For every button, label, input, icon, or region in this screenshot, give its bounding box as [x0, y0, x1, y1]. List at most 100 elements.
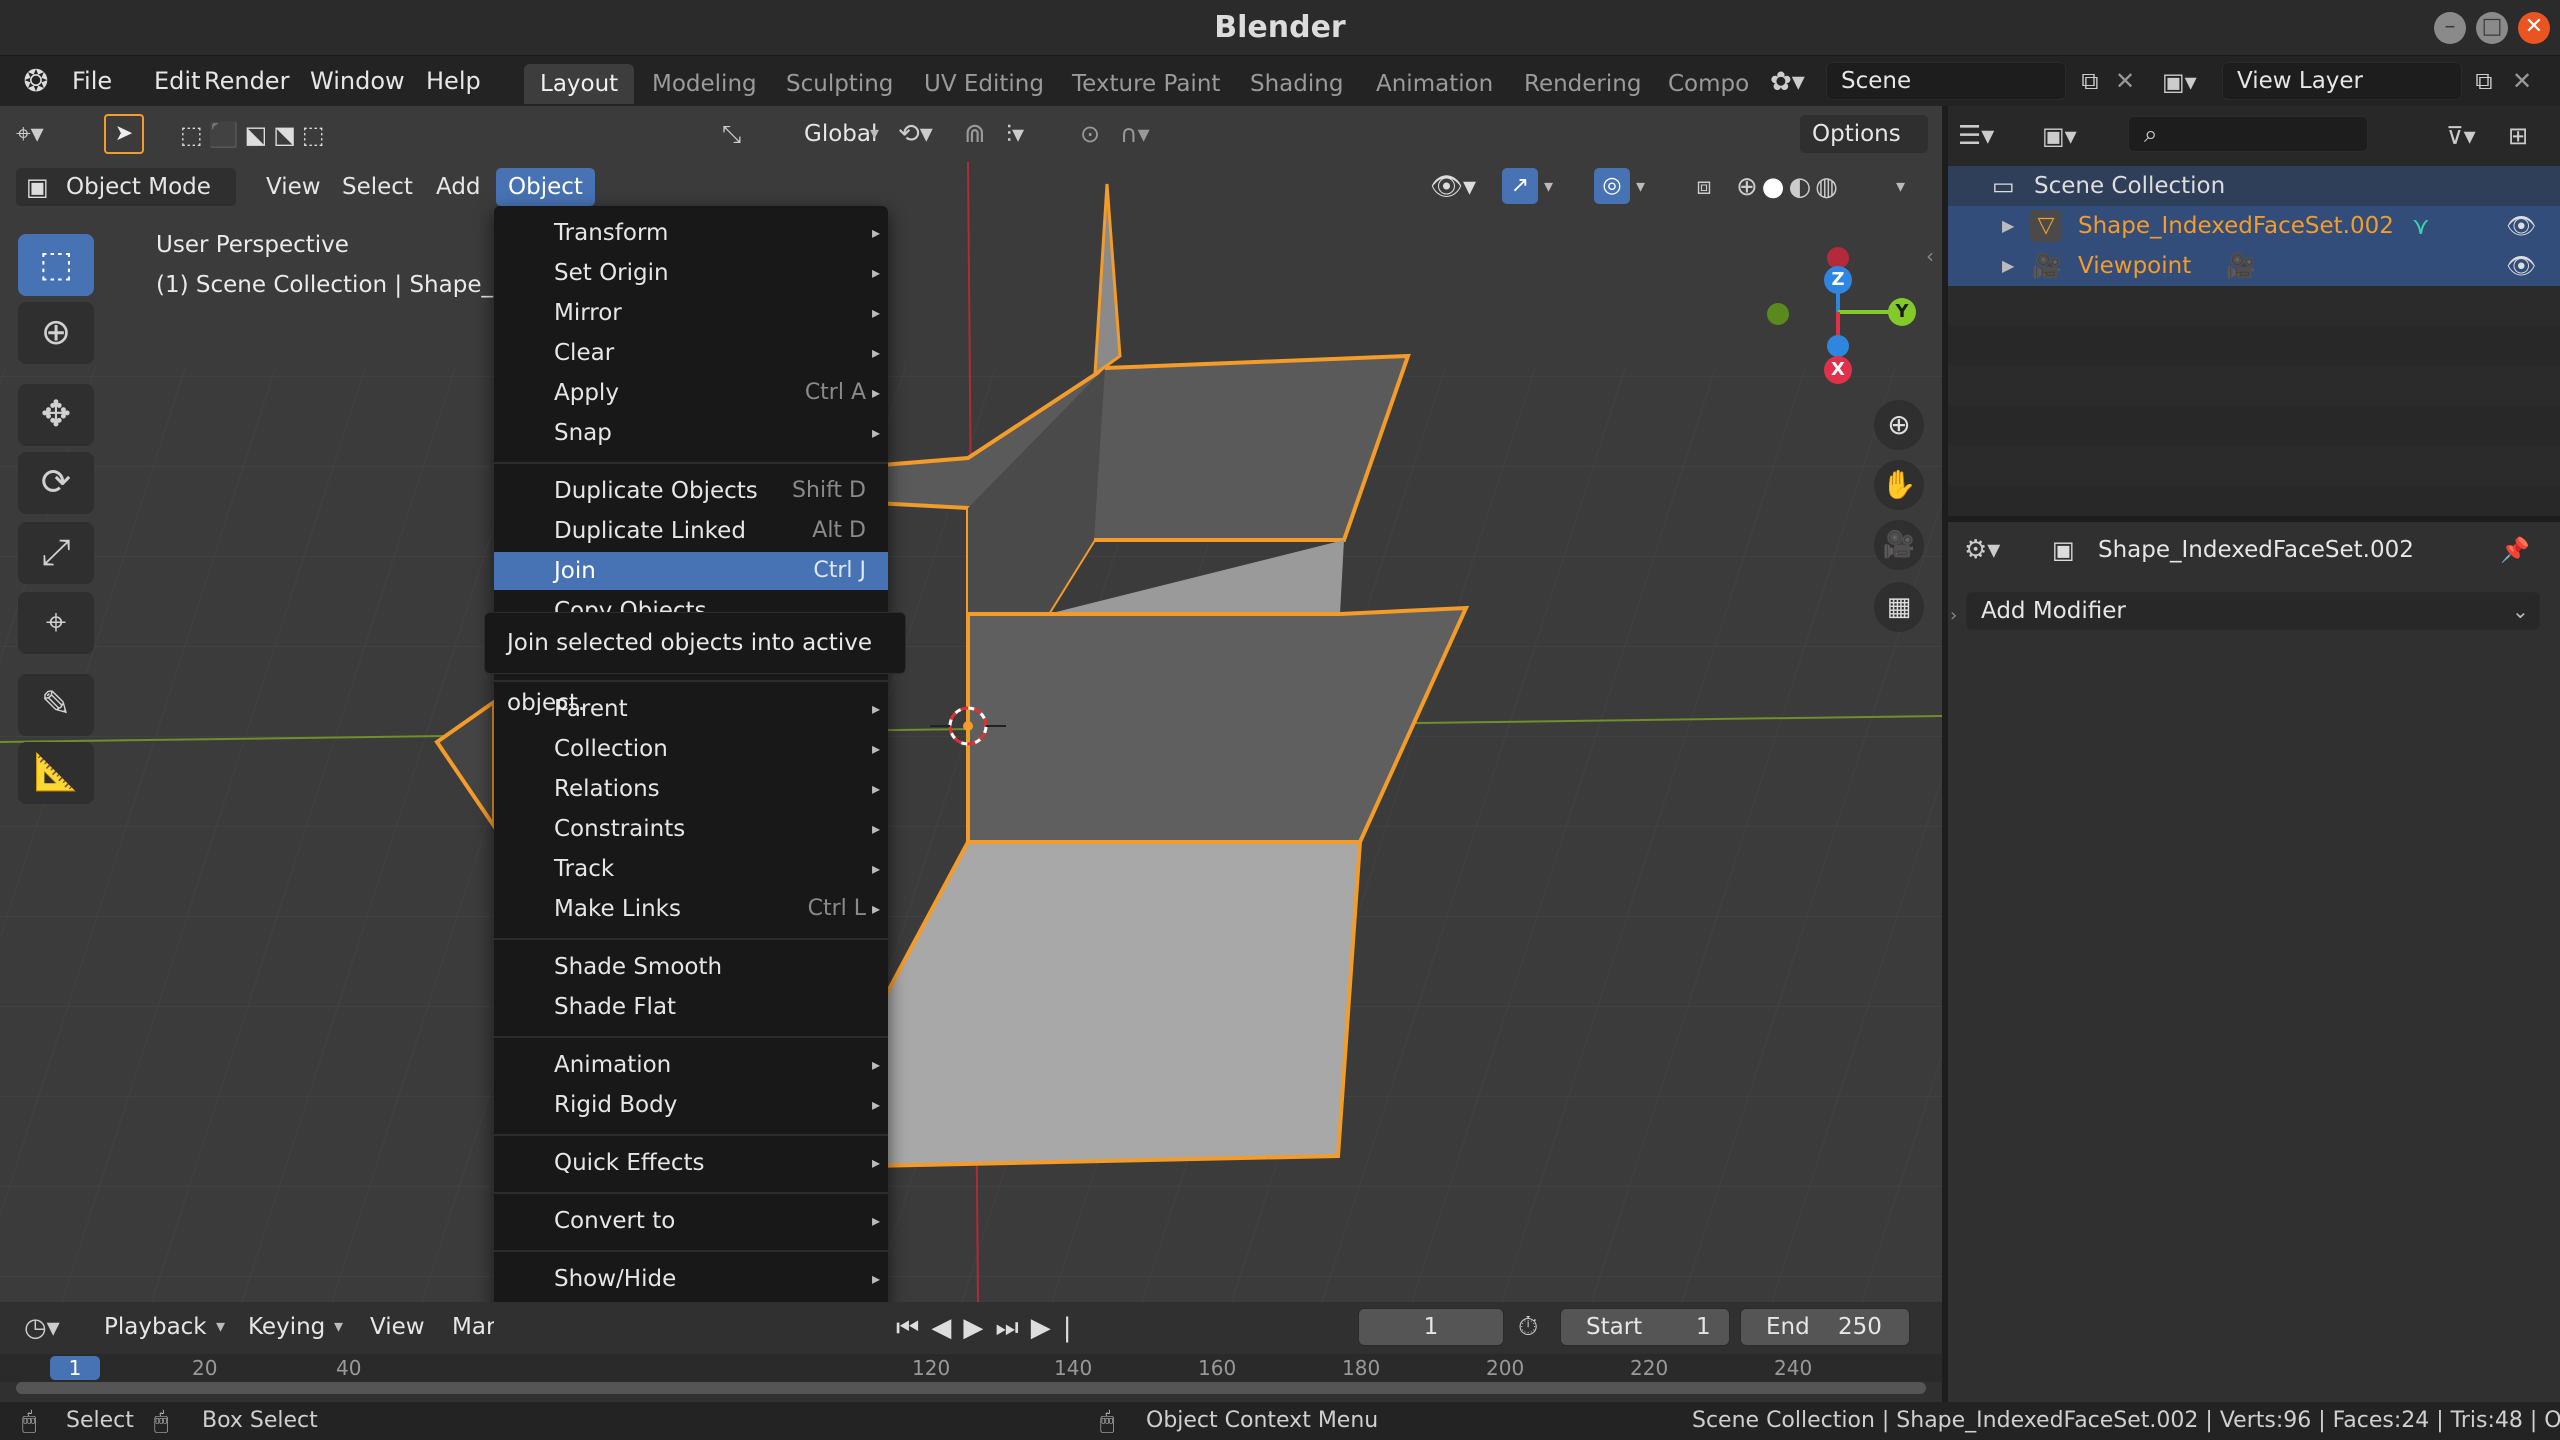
tool-annotate[interactable]: ✎ — [18, 674, 94, 736]
menu-item-rigid-body[interactable]: Rigid Body ▸ — [494, 1086, 888, 1124]
tab-rendering[interactable]: Rendering — [1508, 64, 1657, 104]
outliner-editor-type-icon[interactable]: ☰▾ — [1958, 116, 2028, 156]
tool-transform[interactable]: ⌖ — [18, 592, 94, 654]
header-menu-view[interactable]: View — [254, 168, 333, 206]
expand-arrow-icon[interactable]: ▶ — [2002, 206, 2014, 246]
tool-cursor[interactable]: ⊕ — [18, 302, 94, 364]
tab-animation[interactable]: Animation — [1360, 64, 1509, 104]
new-scene-icon[interactable]: ⧉ — [2072, 62, 2108, 100]
menu-item-clear[interactable]: Clear ▸ — [494, 334, 888, 372]
properties-editor-type-icon[interactable]: ⚙▾ — [1964, 530, 2024, 570]
new-collection-icon[interactable]: ⊞ — [2508, 116, 2544, 156]
view-layer-field[interactable]: View Layer — [2222, 62, 2462, 100]
menu-item-show-hide[interactable]: Show/Hide ▸ — [494, 1260, 888, 1298]
menu-file[interactable]: File — [58, 56, 126, 106]
snap-icon[interactable]: ⋒ — [964, 114, 1004, 154]
outliner-item-label[interactable]: Shape_IndexedFaceSet.002 — [2078, 206, 2394, 246]
header-menu-select[interactable]: Select — [330, 168, 425, 206]
gizmo-toggle-icon[interactable]: ↗ — [1502, 168, 1538, 204]
snap-target-icon[interactable]: ⫶▾ — [1006, 114, 1066, 154]
tool-select-box[interactable]: ⬚ — [18, 234, 94, 296]
pin-icon[interactable]: 📌 — [2500, 530, 2530, 570]
menu-item-shade-flat[interactable]: Shade Flat — [494, 988, 888, 1026]
tool-scale[interactable]: ⤢ — [18, 522, 94, 584]
expand-arrow-icon[interactable]: ▶ — [2002, 246, 2014, 286]
hand-pan-icon[interactable]: ✋ — [1874, 460, 1924, 510]
zoom-icon[interactable]: ⊕ — [1874, 400, 1924, 450]
chevron-down-icon[interactable]: ▾ — [1896, 168, 1905, 206]
menu-item-shade-smooth[interactable]: Shade Smooth — [494, 948, 888, 986]
falloff-icon[interactable]: ∩▾ — [1120, 114, 1180, 154]
menu-item-relations[interactable]: Relations ▸ — [494, 770, 888, 808]
menu-item-snap[interactable]: Snap ▸ — [494, 414, 888, 452]
remove-scene-icon[interactable]: ✕ — [2110, 62, 2140, 100]
eye-visibility-icon[interactable]: 👁 — [2506, 246, 2536, 286]
menu-item-duplicate-linked[interactable]: Duplicate Linked Alt D — [494, 512, 888, 550]
blender-logo-icon[interactable]: ❂ — [16, 62, 56, 102]
pivot-point-icon[interactable]: ⟲▾ — [898, 114, 958, 154]
timeline-scrollbar[interactable] — [16, 1382, 1926, 1394]
scene-name-field[interactable]: Scene — [1826, 62, 2066, 100]
filter-icon[interactable]: ⊽▾ — [2446, 116, 2496, 156]
menu-render[interactable]: Render — [190, 56, 303, 106]
timeline-menu-marker[interactable]: Marker — [440, 1308, 494, 1346]
tab-shading[interactable]: Shading — [1234, 64, 1359, 104]
close-icon[interactable]: ✕ — [2518, 12, 2550, 44]
tab-modeling[interactable]: Modeling — [636, 64, 773, 104]
select-tool-icon[interactable]: ➤ — [104, 114, 144, 154]
menu-item-apply[interactable]: Apply Ctrl A ▸ — [494, 374, 888, 412]
perspective-toggle-icon[interactable]: ▦ — [1874, 582, 1924, 632]
menu-item-mirror[interactable]: Mirror ▸ — [494, 294, 888, 332]
menu-item-collection[interactable]: Collection ▸ — [494, 730, 888, 768]
camera-view-icon[interactable]: 🎥 — [1874, 520, 1924, 570]
editor-type-icon[interactable]: ⌖▾ — [16, 114, 80, 154]
menu-item-animation[interactable]: Animation ▸ — [494, 1046, 888, 1084]
menu-item-set-origin[interactable]: Set Origin ▸ — [494, 254, 888, 292]
playback-controls-icons[interactable]: ⏮◀▶⏭▶| — [896, 1308, 1086, 1348]
outliner-search-input[interactable] — [2128, 116, 2368, 152]
overlays-icon[interactable]: ◎ — [1594, 168, 1630, 204]
gizmo-x[interactable]: X — [1824, 356, 1852, 384]
add-modifier-dropdown[interactable]: Add Modifier — [1966, 592, 2540, 630]
tool-move[interactable]: ✥ — [18, 384, 94, 446]
tab-layout[interactable]: Layout — [524, 64, 635, 104]
remove-view-layer-icon[interactable]: ✕ — [2504, 62, 2540, 100]
maximize-icon[interactable]: □ — [2476, 12, 2508, 44]
sidebar-toggle-icon[interactable]: ‹ — [1926, 244, 1934, 268]
playhead-frame[interactable]: 1 — [50, 1356, 100, 1380]
menu-item-transform[interactable]: Transform ▸ — [494, 214, 888, 252]
shading-mode-icons[interactable]: ⊕●◐◍ — [1736, 168, 1896, 206]
tool-measure[interactable]: 📐 — [18, 742, 94, 804]
display-mode-icon[interactable]: ▣▾ — [2042, 116, 2104, 156]
menu-item-quick-effects[interactable]: Quick Effects ▸ — [494, 1144, 888, 1182]
menu-item-make-links[interactable]: Make Links Ctrl L ▸ — [494, 890, 888, 928]
timeline-menu-view[interactable]: View — [358, 1308, 437, 1346]
gizmo-y[interactable]: Y — [1888, 298, 1916, 326]
view-layer-icon[interactable]: ▣▾ — [2162, 62, 2218, 102]
clock-icon[interactable]: ⏱ — [1518, 1308, 1538, 1346]
menu-help[interactable]: Help — [412, 56, 495, 106]
xray-icon[interactable]: ⧈ — [1686, 168, 1722, 204]
menu-item-constraints[interactable]: Constraints ▸ — [494, 810, 888, 848]
visibility-icon[interactable]: 👁▾ — [1430, 168, 1492, 206]
header-menu-object[interactable]: Object — [496, 168, 595, 206]
tabs-toggle-icon[interactable]: › — [1950, 598, 1957, 634]
tab-uv-editing[interactable]: UV Editing — [908, 64, 1060, 104]
mesh-data-icon[interactable]: ⋎ — [2412, 206, 2430, 246]
transform-orientation-dropdown[interactable]: Global — [792, 115, 896, 153]
proportional-edit-icon[interactable]: ⊙ — [1080, 114, 1120, 154]
tab-sculpting[interactable]: Sculpting — [770, 64, 909, 104]
chevron-down-icon[interactable]: ▾ — [1544, 168, 1553, 206]
menu-item-duplicate-objects[interactable]: Duplicate Objects Shift D — [494, 472, 888, 510]
menu-window[interactable]: Window — [296, 56, 419, 106]
selection-mode-icons[interactable]: ⬚⬛⬕⬔⬚ — [180, 116, 370, 154]
outliner-item-label[interactable]: Viewpoint — [2078, 246, 2191, 286]
options-dropdown[interactable]: Options — [1800, 115, 1928, 153]
timeline-menu-playback[interactable]: Playback — [92, 1308, 232, 1346]
timeline-editor-type-icon[interactable]: ◷▾ — [24, 1308, 82, 1348]
tab-texture-paint[interactable]: Texture Paint — [1056, 64, 1236, 104]
eye-visibility-icon[interactable]: 👁 — [2506, 206, 2536, 246]
mode-dropdown[interactable]: Object Mode — [16, 168, 236, 206]
menu-item-convert-to[interactable]: Convert to ▸ — [494, 1202, 888, 1240]
tool-rotate[interactable]: ⟳ — [18, 452, 94, 514]
